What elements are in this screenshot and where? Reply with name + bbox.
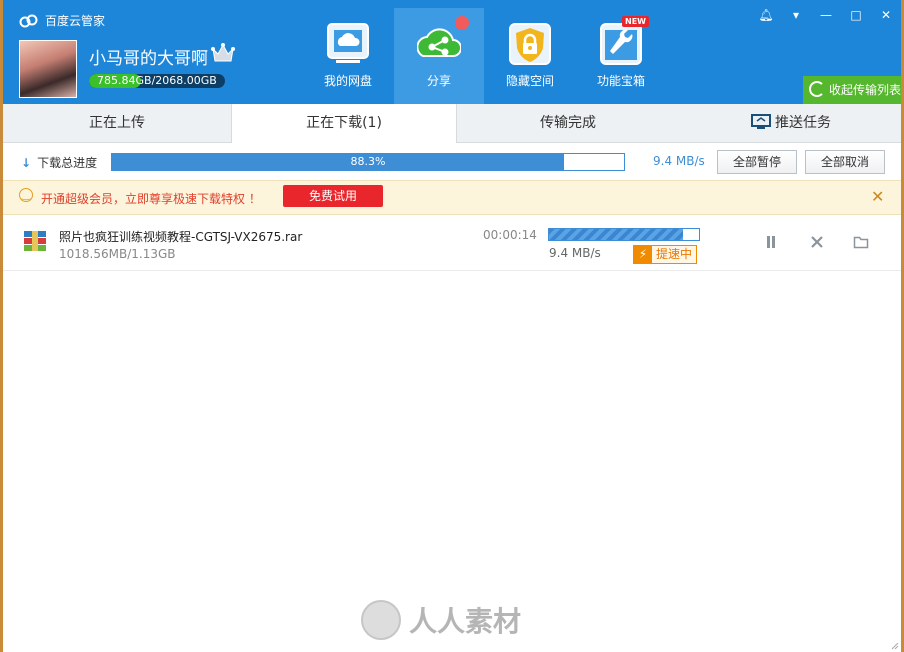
app-title-bar: 百度云管家 [19,12,105,29]
nav-hidden-space[interactable]: 隐藏空间 [485,8,575,104]
vip-crown-icon[interactable] [211,42,235,64]
close-icon[interactable]: ✕ [871,187,884,206]
dropdown-icon[interactable]: ▾ [781,6,811,24]
lock-icon [508,22,552,66]
nav-my-drive-label: 我的网盘 [323,74,372,88]
collapse-transfer-list-label: 收起传输列表 [829,83,901,97]
download-arrow-icon: ↓ [21,156,32,170]
promo-text: 开通超级会员，立即尊享极速下载特权 ！ [41,192,261,206]
nav-share[interactable]: 分享 [394,8,484,104]
nav-toolbox-label: 功能宝箱 [596,74,645,88]
baidu-cloud-logo-icon [19,14,38,27]
close-icon[interactable]: ✕ [871,6,901,24]
tab-push-tasks[interactable]: 推送任务 [681,104,901,142]
tab-uploading[interactable]: 正在上传 [3,104,231,142]
share-icon [416,16,469,66]
resize-grip-icon[interactable] [889,640,899,650]
promo-banner: ‿ 开通超级会员，立即尊享极速下载特权 ！ 免费试用 ✕ [3,180,901,215]
storage-quota-bar: 785.84GB/2068.00GB [89,74,225,88]
speed-boost-badge[interactable]: ⚡︎ 提速中 [633,245,698,264]
item-progress-bar [548,228,700,241]
open-folder-icon[interactable] [853,234,869,250]
push-monitor-icon [751,114,771,129]
watermark: 人人素材 [361,600,521,640]
bell-icon[interactable]: 🔔︎ [751,6,781,24]
app-window: 百度云管家 小马哥的大哥啊 785.84GB/2068.00GB 我的网盘 分享 [3,0,901,652]
avatar[interactable] [19,40,77,98]
toolbox-icon: NEW [599,16,649,66]
time-remaining: 00:00:14 [483,228,537,242]
total-progress-row: ↓ 下载总进度 88.3% 9.4 MB/s 全部暂停 全部取消 [3,142,901,180]
nav-my-drive[interactable]: 我的网盘 [303,8,393,104]
transfer-tabs: 正在上传 正在下载(1) 传输完成 推送任务 [3,104,901,143]
download-item[interactable]: 照片也疯狂训练视频教程-CGTSJ-VX2675.rar 1018.56MB/1… [3,214,901,271]
total-progress-percent: 88.3% [350,155,386,168]
item-progress-fill [549,229,683,240]
total-progress-label: ↓ 下载总进度 [21,156,98,170]
pause-all-button[interactable]: 全部暂停 [717,150,797,174]
tab-push-tasks-label: 推送任务 [775,115,831,131]
tab-downloading[interactable]: 正在下载(1) [231,104,457,143]
header: 百度云管家 小马哥的大哥啊 785.84GB/2068.00GB 我的网盘 分享 [3,0,901,104]
cloud-drive-icon [326,22,370,66]
minimize-icon[interactable]: — [811,6,841,24]
file-size: 1018.56MB/1.13GB [59,247,176,261]
refresh-icon [809,81,825,97]
cancel-all-button[interactable]: 全部取消 [805,150,885,174]
speed-boost-label: 提速中 [656,247,693,261]
delete-icon[interactable] [809,234,825,250]
tab-completed[interactable]: 传输完成 [456,104,680,142]
rar-archive-icon [24,231,46,251]
lightning-icon: ⚡︎ [634,246,652,263]
watermark-logo-icon [361,600,401,640]
watermark-text: 人人素材 [409,605,522,638]
maximize-icon[interactable]: □ [841,6,871,24]
total-download-speed: 9.4 MB/s [653,154,705,168]
pause-icon[interactable] [763,234,779,250]
nav-share-label: 分享 [426,74,451,88]
total-progress-bar: 88.3% [111,153,625,171]
new-badge: NEW [622,16,649,27]
nav-toolbox[interactable]: NEW 功能宝箱 [576,8,666,104]
item-speed: 9.4 MB/s [549,246,601,260]
nav-hidden-space-label: 隐藏空间 [505,74,554,88]
app-title: 百度云管家 [45,14,106,28]
username: 小马哥的大哥啊 [89,49,208,69]
smile-icon: ‿ [19,188,33,202]
collapse-transfer-list-button[interactable]: 收起传输列表 [803,76,901,104]
file-name: 照片也疯狂训练视频教程-CGTSJ-VX2675.rar [59,230,303,244]
window-controls: 🔔︎ ▾ — □ ✕ [751,6,901,24]
free-trial-button[interactable]: 免费试用 [283,185,383,207]
notification-dot-icon [455,16,469,30]
storage-quota-text: 785.84GB/2068.00GB [97,74,217,87]
